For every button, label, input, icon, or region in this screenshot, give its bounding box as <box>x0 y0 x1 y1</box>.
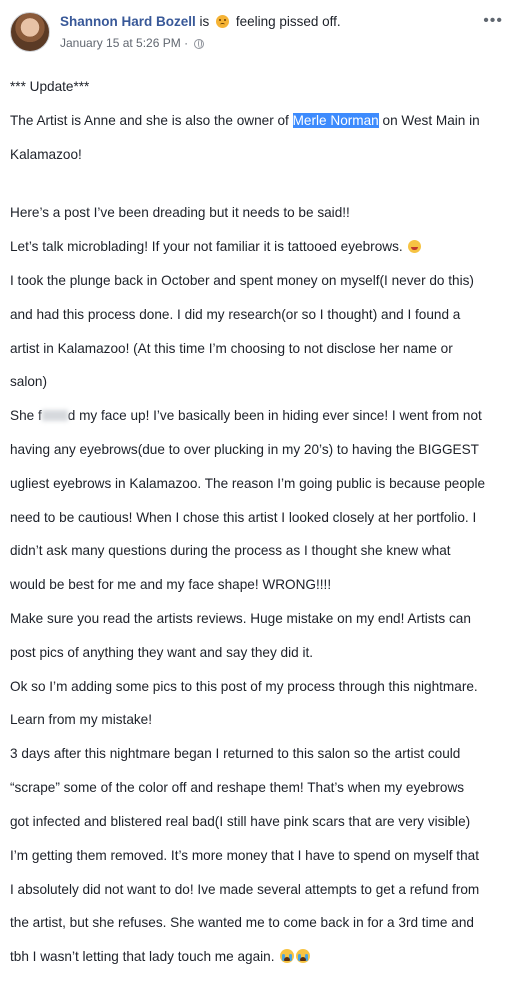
grimace-emoji-icon <box>408 240 422 254</box>
crying-emoji-icon <box>280 949 295 964</box>
post-meta: January 15 at 5:26 PM · <box>60 36 205 50</box>
post-line: Ok so I’m adding some pics to this post … <box>10 678 478 694</box>
post-line: the artist, but she refuses. She wanted … <box>10 915 474 931</box>
post-text: Let’s talk microblading! If your not fam… <box>10 239 403 255</box>
globe-icon[interactable] <box>194 39 205 49</box>
post-line: Make sure you read the artists reviews. … <box>10 611 471 626</box>
crying-emoji-icon <box>296 949 311 964</box>
post-line: Learn from my mistake! <box>10 712 153 728</box>
post-line: didn’t ask many questions during the pro… <box>10 543 451 559</box>
avatar[interactable] <box>10 12 50 52</box>
name-line: Shannon Hard Bozell is feeling pissed of… <box>60 14 341 29</box>
post-line: I absolutely did not want to do! Ive mad… <box>10 881 480 897</box>
post-line: 3 days after this nightmare began I retu… <box>10 746 461 762</box>
post-line: *** Update*** <box>10 78 90 94</box>
post-line: I’m getting them removed. It’s more mone… <box>10 847 479 863</box>
facebook-post: Shannon Hard Bozell is feeling pissed of… <box>0 0 513 964</box>
post-line: artist in Kalamazoo! (At this time I’m c… <box>10 340 453 356</box>
post-line: “scrape” some of the color off and resha… <box>10 780 465 796</box>
censored-word <box>41 410 68 422</box>
post-line: got infected and blistered real bad(I st… <box>10 813 471 829</box>
feeling-text[interactable]: feeling pissed off. <box>236 14 341 29</box>
post-line: having any eyebrows(due to over plucking… <box>10 441 479 457</box>
author-name[interactable]: Shannon Hard Bozell <box>60 14 196 29</box>
meta-separator: · <box>184 36 189 50</box>
post-line: ugliest eyebrows in Kalamazoo. The reaso… <box>10 475 486 491</box>
post-body: *** Update*** The Artist is Anne and she… <box>10 62 510 983</box>
post-line: and had this process done. I did my rese… <box>10 306 461 322</box>
post-line: Let’s talk microblading! If your not fam… <box>10 239 510 256</box>
post-line: need to be cautious! When I chose this a… <box>10 509 477 525</box>
feeling-emoji-icon <box>216 15 230 28</box>
highlighted-text: Merle Norman <box>292 112 379 128</box>
post-line: salon) <box>10 374 48 390</box>
post-line: She f d my face up! I’ve basically been i… <box>10 408 510 425</box>
post-text: tbh I wasn’t letting that lady touch me … <box>10 949 275 965</box>
post-text: d my face up! I’ve basically been in hid… <box>67 408 482 424</box>
post-line: tbh I wasn’t letting that lady touch me … <box>10 949 510 966</box>
post-line: Kalamazoo! <box>10 146 82 162</box>
post-text: She f <box>10 408 42 424</box>
post-text: The Artist is Anne and she is also the o… <box>10 112 293 128</box>
post-timestamp[interactable]: January 15 at 5:26 PM <box>60 36 181 50</box>
post-line: Here’s a post I’ve been dreading but it … <box>10 205 350 221</box>
more-options-icon[interactable]: ••• <box>483 12 503 30</box>
post-line: would be best for me and my face shape! … <box>10 577 332 593</box>
post-header: Shannon Hard Bozell is feeling pissed of… <box>10 8 503 56</box>
post-line: The Artist is Anne and she is also the o… <box>10 112 510 130</box>
post-line: post pics of anything they want and say … <box>10 644 314 660</box>
post-line: I took the plunge back in October and sp… <box>10 272 474 288</box>
post-text: on West Main in <box>378 112 480 128</box>
is-text: is <box>199 14 210 29</box>
